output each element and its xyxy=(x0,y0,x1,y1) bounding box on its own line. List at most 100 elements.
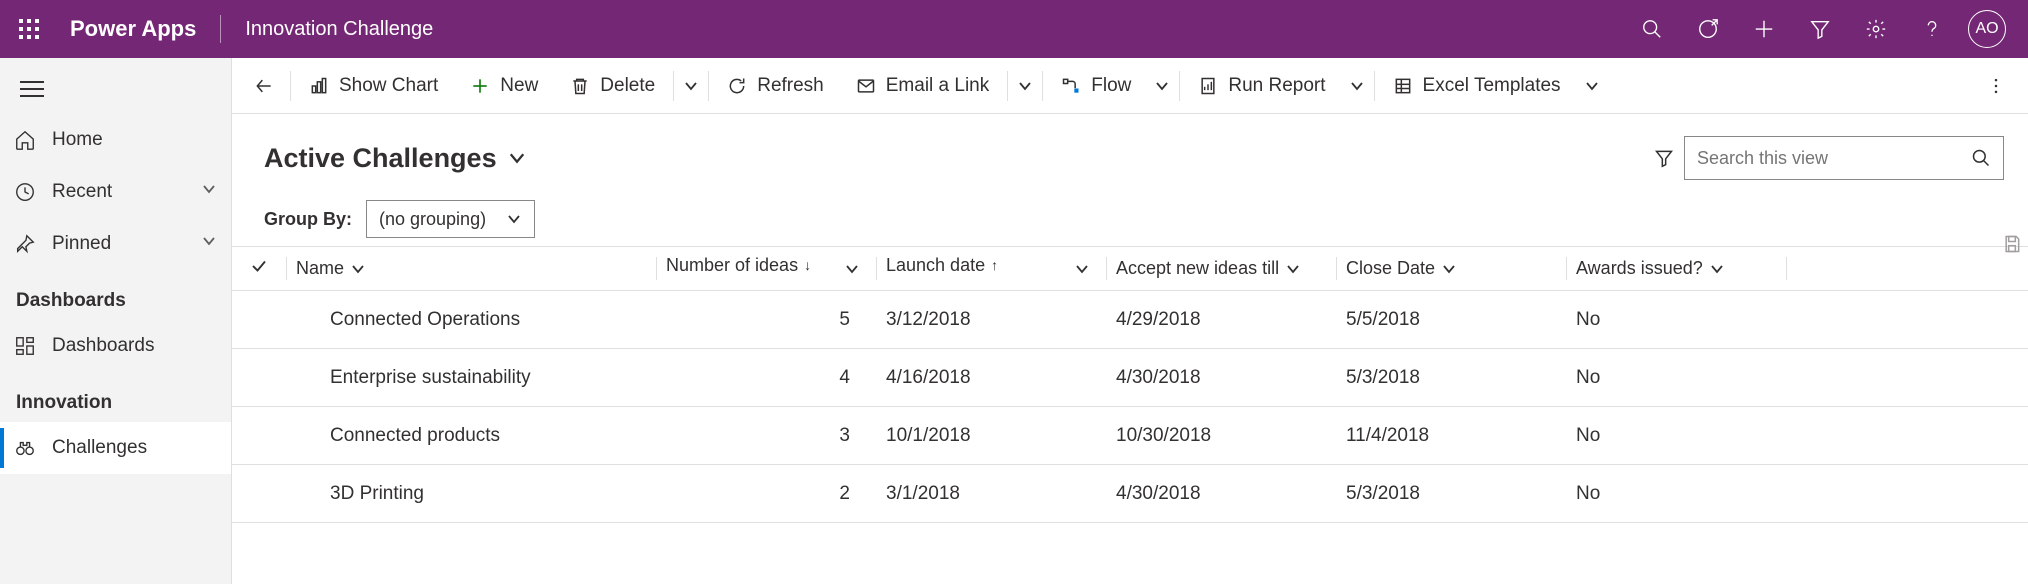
sidebar-toggle[interactable] xyxy=(0,64,231,114)
button-label: New xyxy=(500,75,538,97)
filter-icon[interactable] xyxy=(1792,0,1848,58)
chart-icon xyxy=(309,76,329,96)
more-vertical-icon xyxy=(1986,76,2006,96)
more-commands-button[interactable] xyxy=(1972,58,2020,114)
search-input[interactable] xyxy=(1697,148,1961,169)
chevron-down-icon xyxy=(1441,261,1457,277)
sidebar-item-home[interactable]: Home xyxy=(0,114,231,166)
row-checkbox[interactable] xyxy=(232,349,286,407)
cell-awards: No xyxy=(1566,407,1786,465)
row-checkbox[interactable] xyxy=(232,465,286,523)
cell-name: Connected products xyxy=(286,407,656,465)
sidebar-item-label: Home xyxy=(52,129,103,151)
sidebar: Home Recent Pinned Dashboards Dashboards… xyxy=(0,58,232,584)
sidebar-item-dashboards[interactable]: Dashboards xyxy=(0,320,231,372)
flow-chevron[interactable] xyxy=(1147,58,1177,114)
column-header-ideas[interactable]: Number of ideas ↓ xyxy=(656,247,876,291)
sidebar-section-innovation: Innovation xyxy=(0,372,231,422)
view-filter-button[interactable] xyxy=(1644,148,1684,168)
flow-button[interactable]: Flow xyxy=(1045,58,1147,114)
sort-asc-icon: ↑ xyxy=(991,257,998,273)
cell-name: Enterprise sustainability xyxy=(286,349,656,407)
search-icon[interactable] xyxy=(1624,0,1680,58)
search-view-box[interactable] xyxy=(1684,136,2004,180)
row-checkbox[interactable] xyxy=(232,407,286,465)
group-by-dropdown[interactable]: (no grouping) xyxy=(366,200,535,238)
select-all-column[interactable] xyxy=(232,247,286,291)
back-button[interactable] xyxy=(240,58,288,114)
run-report-button[interactable]: Run Report xyxy=(1182,58,1341,114)
cell-ideas: 2 xyxy=(656,465,876,523)
cell-awards: No xyxy=(1566,291,1786,349)
delete-button[interactable]: Delete xyxy=(554,58,671,114)
help-icon[interactable] xyxy=(1904,0,1960,58)
home-icon xyxy=(14,129,36,151)
sidebar-item-label: Dashboards xyxy=(52,335,154,357)
button-label: Flow xyxy=(1091,75,1131,97)
column-header-close[interactable]: Close Date xyxy=(1336,247,1566,291)
task-icon[interactable] xyxy=(1680,0,1736,58)
clock-icon xyxy=(14,181,36,203)
table-row[interactable]: 3D Printing23/1/20184/30/20185/3/2018No xyxy=(232,465,2028,523)
cell-awards: No xyxy=(1566,349,1786,407)
chevron-down-icon xyxy=(350,261,366,277)
gear-icon[interactable] xyxy=(1848,0,1904,58)
sidebar-item-recent[interactable]: Recent xyxy=(0,166,231,218)
excel-icon xyxy=(1393,76,1413,96)
email-icon xyxy=(856,76,876,96)
view-header: Active Challenges xyxy=(232,114,2028,192)
column-header-accept[interactable]: Accept new ideas till xyxy=(1106,247,1336,291)
view-title-label: Active Challenges xyxy=(264,143,497,174)
chevron-down-icon xyxy=(506,211,522,227)
sidebar-item-label: Pinned xyxy=(52,233,111,255)
sidebar-section-dashboards: Dashboards xyxy=(0,270,231,320)
cell-accept: 4/29/2018 xyxy=(1106,291,1336,349)
add-icon[interactable] xyxy=(1736,0,1792,58)
chevron-down-icon xyxy=(844,261,860,277)
excel-templates-chevron[interactable] xyxy=(1577,58,1607,114)
cell-awards: No xyxy=(1566,465,1786,523)
cell-accept: 10/30/2018 xyxy=(1106,407,1336,465)
app-launcher-icon[interactable] xyxy=(0,0,58,58)
delete-split-chevron[interactable] xyxy=(676,58,706,114)
new-button[interactable]: New xyxy=(454,58,554,114)
group-by-label: Group By: xyxy=(264,209,352,230)
avatar[interactable]: AO xyxy=(1968,10,2006,48)
chevron-down-icon xyxy=(507,148,527,168)
sidebar-item-challenges[interactable]: Challenges xyxy=(0,422,231,474)
chevron-down-icon xyxy=(201,233,217,255)
sort-desc-icon: ↓ xyxy=(804,257,811,273)
plus-icon xyxy=(470,76,490,96)
sidebar-item-label: Recent xyxy=(52,181,112,203)
app-header: Power Apps Innovation Challenge AO xyxy=(0,0,2028,58)
cell-ideas: 5 xyxy=(656,291,876,349)
cell-close: 5/3/2018 xyxy=(1336,349,1566,407)
column-header-spacer xyxy=(1786,247,2028,291)
table-row[interactable]: Enterprise sustainability44/16/20184/30/… xyxy=(232,349,2028,407)
command-bar: Show Chart New Delete Refresh Email a Li… xyxy=(232,58,2028,114)
column-header-awards[interactable]: Awards issued? xyxy=(1566,247,1786,291)
view-selector[interactable]: Active Challenges xyxy=(264,143,527,174)
refresh-icon xyxy=(727,76,747,96)
check-icon xyxy=(250,257,268,275)
save-view-icon[interactable] xyxy=(2002,234,2022,259)
chevron-down-icon xyxy=(1709,261,1725,277)
row-checkbox[interactable] xyxy=(232,291,286,349)
sidebar-item-pinned[interactable]: Pinned xyxy=(0,218,231,270)
page-title: Innovation Challenge xyxy=(221,18,457,41)
cell-launch: 4/16/2018 xyxy=(876,349,1106,407)
run-report-chevron[interactable] xyxy=(1342,58,1372,114)
email-split-chevron[interactable] xyxy=(1010,58,1040,114)
column-header-name[interactable]: Name xyxy=(286,247,656,291)
column-header-launch[interactable]: Launch date ↑ xyxy=(876,247,1106,291)
table-row[interactable]: Connected Operations53/12/20184/29/20185… xyxy=(232,291,2028,349)
refresh-button[interactable]: Refresh xyxy=(711,58,840,114)
dashboard-icon xyxy=(14,335,36,357)
table-row[interactable]: Connected products310/1/201810/30/201811… xyxy=(232,407,2028,465)
email-link-button[interactable]: Email a Link xyxy=(840,58,1006,114)
show-chart-button[interactable]: Show Chart xyxy=(293,58,454,114)
excel-templates-button[interactable]: Excel Templates xyxy=(1377,58,1577,114)
button-label: Email a Link xyxy=(886,75,990,97)
group-by-row: Group By: (no grouping) xyxy=(232,192,2028,246)
cell-ideas: 3 xyxy=(656,407,876,465)
